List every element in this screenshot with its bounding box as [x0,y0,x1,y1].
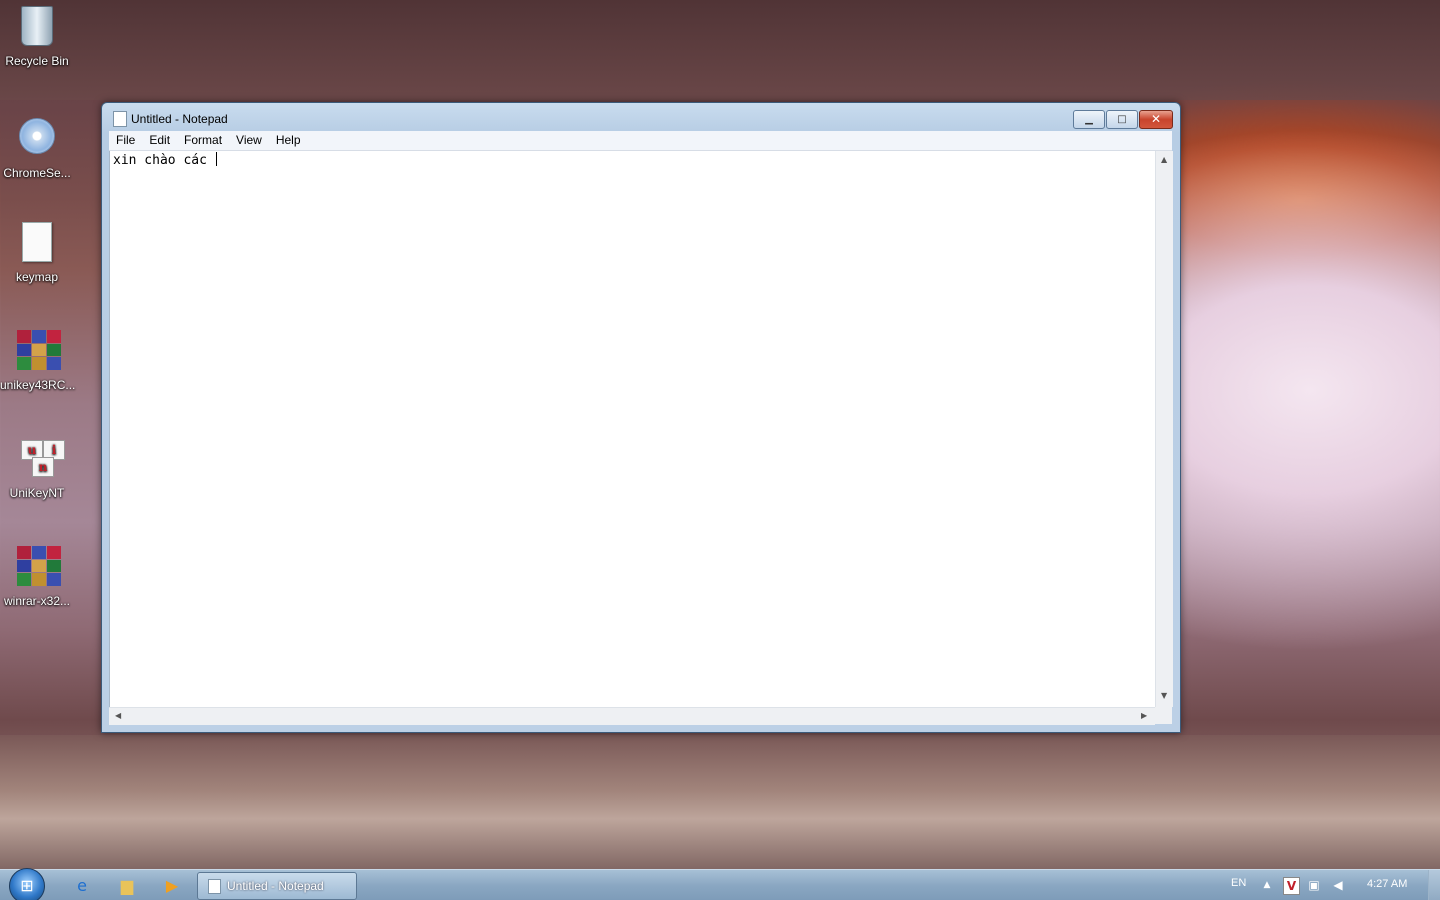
editor-content: xin chào các [113,153,215,168]
desktop-icon-unikeynt[interactable]: u i n UniKeyNT [0,438,74,500]
window-title: Untitled - Notepad [131,112,228,126]
minimize-icon: ▁ [1085,114,1093,125]
notepad-icon [208,879,221,894]
maximize-icon: □ [1117,114,1127,125]
scroll-right-icon[interactable]: ▶ [1141,711,1147,720]
scroll-down-icon[interactable]: ▼ [1161,691,1167,700]
show-hidden-icons-icon[interactable]: ▲ [1259,878,1275,892]
text-document-icon [22,222,52,262]
vertical-scrollbar[interactable]: ▲ ▼ [1155,151,1173,707]
desktop-icon-label: winrar-x32... [3,594,71,608]
desktop-icon-label: UniKeyNT [9,486,65,500]
maximize-button[interactable]: □ [1106,110,1138,129]
desktop-icon-label: unikey43RC... [0,378,76,392]
minimize-button[interactable]: ▁ [1073,110,1105,129]
clock[interactable]: 4:27 AM [1367,878,1407,890]
winrar-archive-icon [17,330,61,370]
resize-grip-icon[interactable] [1155,707,1172,724]
start-button[interactable]: ⊞ [9,868,45,900]
close-icon: ✕ [1150,112,1162,126]
desktop-icon-label: Recycle Bin [5,54,69,68]
wallpaper-rocks [0,735,1440,875]
title-bar[interactable]: Untitled - Notepad ▁ □ ✕ [102,103,1180,131]
desktop-icon-chromesetup[interactable]: ChromeSe... [0,114,74,180]
setup-disc-icon [19,118,55,154]
text-editor[interactable]: xin chào các [109,151,1156,707]
scroll-left-icon[interactable]: ◀ [115,711,121,720]
desktop-icon-keymap[interactable]: keymap [0,222,74,284]
file-explorer-icon[interactable]: ▆ [113,874,141,898]
volume-muted-icon[interactable]: ◀ [1330,878,1346,892]
menu-format[interactable]: Format [177,131,229,150]
taskbar-notepad-button[interactable]: Untitled - Notepad [197,872,357,900]
show-desktop-button[interactable] [1428,870,1440,900]
unikey-icon: u i n [17,438,67,478]
scroll-up-icon[interactable]: ▲ [1161,155,1167,164]
notepad-window: Untitled - Notepad ▁ □ ✕ File Edit Format V… [101,102,1181,733]
menu-file[interactable]: File [109,131,142,150]
close-button[interactable]: ✕ [1139,110,1173,129]
recycle-bin-icon [21,6,53,46]
menu-bar: File Edit Format View Help [109,131,1172,151]
media-player-icon[interactable]: ▶ [158,874,186,898]
network-icon[interactable]: ▣ [1306,878,1322,892]
desktop-icon-recycle-bin[interactable]: Recycle Bin [0,6,74,68]
unikey-tray-icon[interactable]: V [1283,877,1300,895]
internet-explorer-icon[interactable]: e [68,874,96,898]
desktop-icon-unikey43rc[interactable]: unikey43RC... [0,330,76,392]
desktop-icon-label: ChromeSe... [3,166,71,180]
winrar-archive-icon [17,546,61,586]
menu-help[interactable]: Help [269,131,308,150]
notepad-icon [113,111,127,127]
windows-logo-icon: ⊞ [20,876,34,895]
language-indicator[interactable]: EN [1231,877,1246,889]
desktop-icon-label: keymap [15,270,59,284]
menu-edit[interactable]: Edit [142,131,177,150]
desktop-icon-winrar[interactable]: winrar-x32... [0,546,74,608]
taskbar: ⊞ e ▆ ▶ Untitled - Notepad EN ▲ V ▣ ◀ 4:… [0,868,1440,900]
text-caret [215,152,217,166]
menu-view[interactable]: View [229,131,269,150]
taskbar-button-label: Untitled - Notepad [227,879,324,893]
wallpaper-top [0,0,1440,100]
horizontal-scrollbar[interactable]: ◀ ▶ [109,707,1155,725]
